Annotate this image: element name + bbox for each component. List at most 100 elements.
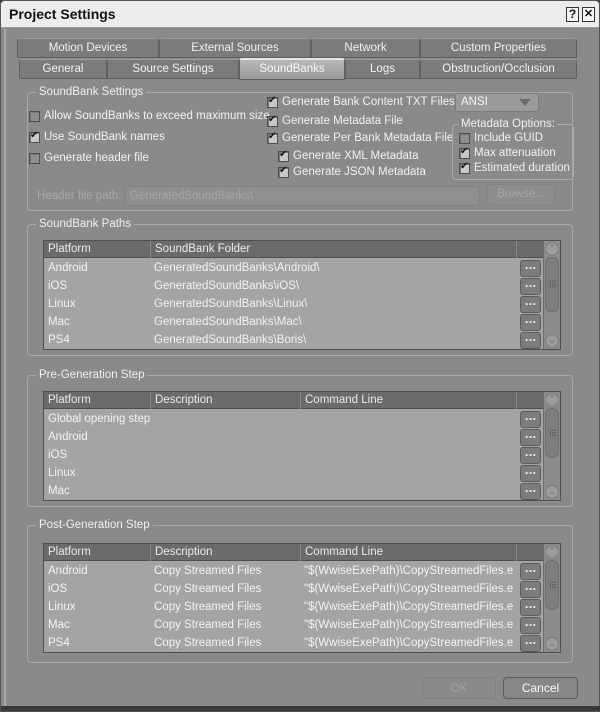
tab-label: Logs bbox=[370, 63, 395, 75]
edit-ellipsis-button[interactable]: ... bbox=[520, 447, 541, 464]
generate-txt-checkbox[interactable]: Generate Bank Content TXT Files: bbox=[267, 95, 458, 108]
scroll-up-icon[interactable]: ⌃ bbox=[545, 393, 559, 407]
table-header: Platform Description Command Line bbox=[44, 392, 543, 409]
edit-ellipsis-button[interactable]: ... bbox=[520, 563, 541, 580]
column-header-platform[interactable]: Platform bbox=[44, 544, 150, 561]
cell-platform: iOS bbox=[48, 449, 68, 461]
tab-source-settings[interactable]: Source Settings bbox=[107, 59, 239, 79]
generate-json-checkbox[interactable]: Generate JSON Metadata bbox=[278, 165, 426, 178]
scroll-thumb[interactable] bbox=[545, 408, 559, 458]
tab-custom-properties[interactable]: Custom Properties bbox=[420, 38, 577, 58]
table-row[interactable]: Android Copy Streamed Files "$(WwiseExeP… bbox=[44, 562, 543, 580]
generate-metadata-checkbox[interactable]: Generate Metadata File bbox=[267, 114, 403, 127]
browse-ellipsis-button[interactable]: ... bbox=[520, 278, 541, 295]
scroll-up-icon[interactable]: ⌃ bbox=[545, 545, 559, 559]
ok-button[interactable]: OK bbox=[422, 677, 496, 699]
browse-ellipsis-button[interactable]: ... bbox=[520, 332, 541, 349]
table-row[interactable]: Mac Copy Streamed Files "$(WwiseExePath)… bbox=[44, 616, 543, 634]
table-row[interactable]: Mac ... bbox=[44, 482, 543, 500]
scroll-up-icon[interactable]: ⌃ bbox=[545, 242, 559, 256]
generate-header-checkbox[interactable]: Generate header file bbox=[29, 152, 149, 164]
tab-label: General bbox=[42, 63, 84, 75]
column-header-command-line[interactable]: Command Line bbox=[300, 392, 516, 409]
table-row[interactable]: PS4 GeneratedSoundBanks\Boris\ ... bbox=[44, 331, 543, 349]
scroll-down-icon[interactable]: ⌄ bbox=[545, 334, 559, 348]
grip-icon bbox=[549, 429, 557, 437]
browse-ellipsis-button[interactable]: ... bbox=[520, 260, 541, 277]
header-path-input[interactable]: GeneratedSoundBanks\ bbox=[125, 186, 480, 206]
checkbox-label: Use SoundBank names bbox=[44, 131, 165, 143]
table-row[interactable]: Linux GeneratedSoundBanks\Linux\ ... bbox=[44, 295, 543, 313]
checkmark-icon bbox=[459, 161, 470, 174]
browse-ellipsis-button[interactable]: ... bbox=[520, 314, 541, 331]
cell-description: Copy Streamed Files bbox=[154, 637, 262, 649]
cell-folder: GeneratedSoundBanks\Mac\ bbox=[154, 316, 302, 328]
tab-general[interactable]: General bbox=[19, 59, 107, 79]
browse-button[interactable]: Browse... bbox=[487, 184, 555, 205]
tab-logs[interactable]: Logs bbox=[345, 59, 420, 79]
edit-ellipsis-button[interactable]: ... bbox=[520, 429, 541, 446]
checkmark-icon bbox=[267, 114, 278, 127]
close-button[interactable]: ✕ bbox=[582, 7, 595, 22]
scroll-down-icon[interactable]: ⌄ bbox=[545, 485, 559, 499]
edit-ellipsis-button[interactable]: ... bbox=[520, 483, 541, 500]
table-header: Platform Description Command Line bbox=[44, 544, 543, 561]
cancel-button[interactable]: Cancel bbox=[503, 677, 578, 699]
column-header-folder[interactable]: SoundBank Folder bbox=[150, 241, 516, 258]
cell-platform: Mac bbox=[48, 619, 70, 631]
max-attenuation-checkbox[interactable]: Max attenuation bbox=[459, 146, 556, 159]
vertical-scrollbar[interactable]: ⌃ ⌄ bbox=[543, 392, 560, 500]
tab-network[interactable]: Network bbox=[311, 38, 420, 58]
table-row[interactable]: Android GeneratedSoundBanks\Android\ ... bbox=[44, 259, 543, 277]
edit-ellipsis-button[interactable]: ... bbox=[520, 581, 541, 598]
tab-obstruction-occlusion[interactable]: Obstruction/Occlusion bbox=[420, 59, 577, 79]
column-header-platform[interactable]: Platform bbox=[44, 392, 150, 409]
table-row[interactable]: Linux ... bbox=[44, 464, 543, 482]
column-header-description[interactable]: Description bbox=[150, 544, 300, 561]
vertical-scrollbar[interactable]: ⌃ ⌄ bbox=[543, 241, 560, 349]
table-row[interactable]: Global opening step ... bbox=[44, 410, 543, 428]
help-button[interactable]: ? bbox=[566, 7, 579, 22]
checkmark-icon bbox=[267, 95, 278, 108]
generate-xml-checkbox[interactable]: Generate XML Metadata bbox=[278, 149, 419, 162]
table-row[interactable]: PS4 Copy Streamed Files "$(WwiseExePath)… bbox=[44, 634, 543, 652]
encoding-select[interactable]: ANSI bbox=[455, 93, 539, 112]
edit-ellipsis-button[interactable]: ... bbox=[520, 617, 541, 634]
table-row[interactable]: Android ... bbox=[44, 428, 543, 446]
cell-platform: Android bbox=[48, 262, 88, 274]
vertical-scrollbar[interactable]: ⌃ ⌄ bbox=[543, 544, 560, 652]
cell-platform: Mac bbox=[48, 485, 70, 497]
include-guid-checkbox[interactable]: Include GUID bbox=[459, 132, 543, 144]
edit-ellipsis-button[interactable]: ... bbox=[520, 599, 541, 616]
tab-label: Network bbox=[344, 42, 387, 54]
use-soundbank-names-checkbox[interactable]: Use SoundBank names bbox=[29, 130, 165, 143]
edit-ellipsis-button[interactable]: ... bbox=[520, 411, 541, 428]
tab-label: SoundBanks bbox=[259, 63, 325, 75]
scroll-down-icon[interactable]: ⌄ bbox=[545, 637, 559, 651]
cell-command: "$(WwiseExePath)\CopyStreamedFiles.e... bbox=[304, 565, 514, 577]
browse-ellipsis-button[interactable]: ... bbox=[520, 296, 541, 313]
column-header-platform[interactable]: Platform bbox=[44, 241, 150, 258]
table-row[interactable]: iOS Copy Streamed Files "$(WwiseExePath)… bbox=[44, 580, 543, 598]
tab-soundbanks[interactable]: SoundBanks bbox=[239, 58, 345, 80]
edit-ellipsis-button[interactable]: ... bbox=[520, 635, 541, 652]
edit-ellipsis-button[interactable]: ... bbox=[520, 465, 541, 482]
tab-label: Motion Devices bbox=[48, 42, 128, 54]
column-header-description[interactable]: Description bbox=[150, 392, 300, 409]
tab-motion-devices[interactable]: Motion Devices bbox=[17, 38, 159, 58]
table-row[interactable]: Linux Copy Streamed Files "$(WwiseExePat… bbox=[44, 598, 543, 616]
cell-platform: iOS bbox=[48, 280, 68, 292]
project-settings-dialog: Project Settings ? ✕ Motion Devices Exte… bbox=[0, 0, 600, 712]
scroll-thumb[interactable] bbox=[545, 560, 559, 610]
cell-description: Copy Streamed Files bbox=[154, 619, 262, 631]
generate-per-bank-checkbox[interactable]: Generate Per Bank Metadata File bbox=[267, 131, 453, 144]
table-row[interactable]: iOS GeneratedSoundBanks\iOS\ ... bbox=[44, 277, 543, 295]
allow-exceed-checkbox[interactable]: Allow SoundBanks to exceed maximum size bbox=[29, 110, 270, 122]
column-header-command-line[interactable]: Command Line bbox=[300, 544, 516, 561]
table-row[interactable]: Mac GeneratedSoundBanks\Mac\ ... bbox=[44, 313, 543, 331]
cell-folder: GeneratedSoundBanks\iOS\ bbox=[154, 280, 300, 292]
estimated-duration-checkbox[interactable]: Estimated duration bbox=[459, 161, 570, 174]
table-row[interactable]: iOS ... bbox=[44, 446, 543, 464]
tab-external-sources[interactable]: External Sources bbox=[159, 38, 311, 58]
scroll-thumb[interactable] bbox=[545, 257, 559, 312]
